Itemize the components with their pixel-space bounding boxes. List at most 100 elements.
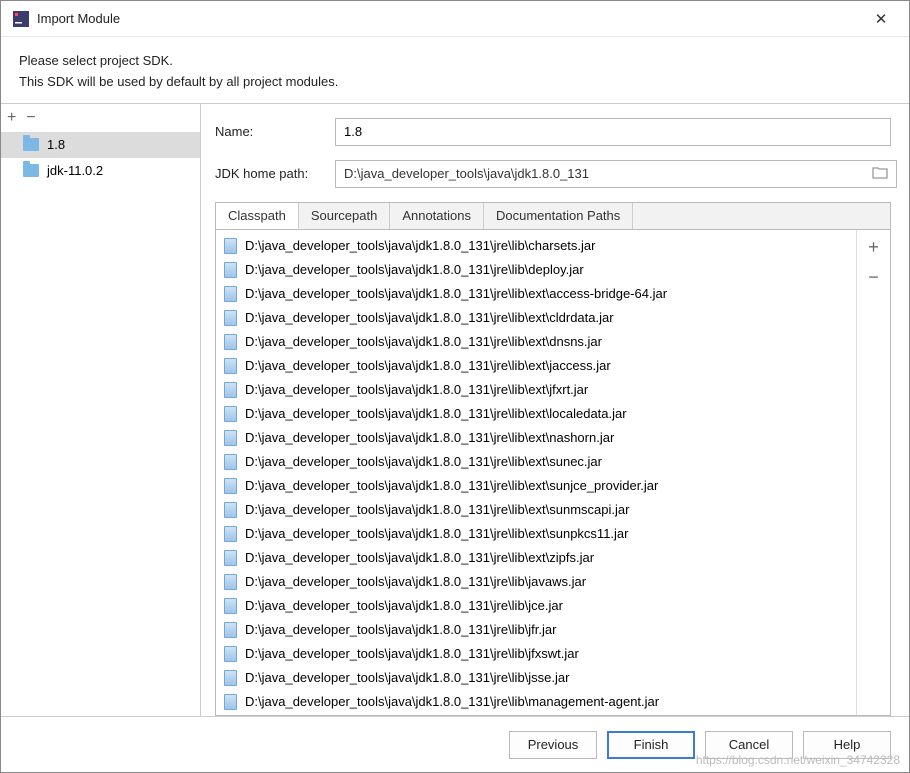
classpath-toolbar: + − (856, 230, 890, 715)
classpath-item[interactable]: D:\java_developer_tools\java\jdk1.8.0_13… (216, 426, 856, 450)
classpath-item[interactable]: D:\java_developer_tools\java\jdk1.8.0_13… (216, 594, 856, 618)
cancel-button[interactable]: Cancel (705, 731, 793, 759)
remove-sdk-button[interactable]: − (26, 110, 35, 126)
jar-icon (224, 574, 237, 590)
sdk-item-jdk-11-0-2[interactable]: jdk-11.0.2 (1, 158, 200, 184)
jar-icon (224, 430, 237, 446)
classpath-path: D:\java_developer_tools\java\jdk1.8.0_13… (245, 622, 556, 637)
classpath-item[interactable]: D:\java_developer_tools\java\jdk1.8.0_13… (216, 546, 856, 570)
classpath-path: D:\java_developer_tools\java\jdk1.8.0_13… (245, 430, 614, 445)
content: Name: JDK home path: D:\java_developer_t… (201, 104, 909, 716)
classpath-item[interactable]: D:\java_developer_tools\java\jdk1.8.0_13… (216, 378, 856, 402)
header-text: Please select project SDK. This SDK will… (1, 37, 909, 103)
home-path-field[interactable]: D:\java_developer_tools\java\jdk1.8.0_13… (335, 160, 897, 188)
classpath-item[interactable]: D:\java_developer_tools\java\jdk1.8.0_13… (216, 642, 856, 666)
close-button[interactable]: ✕ (861, 10, 901, 28)
tabs: ClasspathSourcepathAnnotationsDocumentat… (215, 202, 891, 229)
titlebar: Import Module ✕ (1, 1, 909, 37)
tab-documentation-paths[interactable]: Documentation Paths (484, 203, 633, 229)
classpath-item[interactable]: D:\java_developer_tools\java\jdk1.8.0_13… (216, 690, 856, 714)
jar-icon (224, 694, 237, 710)
tab-sourcepath[interactable]: Sourcepath (299, 203, 391, 229)
jar-icon (224, 310, 237, 326)
classpath-item[interactable]: D:\java_developer_tools\java\jdk1.8.0_13… (216, 474, 856, 498)
classpath-item[interactable]: D:\java_developer_tools\java\jdk1.8.0_13… (216, 402, 856, 426)
classpath-item[interactable]: D:\java_developer_tools\java\jdk1.8.0_13… (216, 306, 856, 330)
folder-icon (23, 138, 39, 151)
browse-home-icon[interactable] (869, 166, 891, 182)
jar-icon (224, 382, 237, 398)
jar-icon (224, 598, 237, 614)
jar-icon (224, 526, 237, 542)
previous-button[interactable]: Previous (509, 731, 597, 759)
sdk-item-label: 1.8 (47, 137, 65, 152)
classpath-path: D:\java_developer_tools\java\jdk1.8.0_13… (245, 454, 602, 469)
classpath-path: D:\java_developer_tools\java\jdk1.8.0_13… (245, 598, 563, 613)
sdk-sidebar: + − 1.8 jdk-11.0.2 (1, 104, 201, 716)
classpath-item[interactable]: D:\java_developer_tools\java\jdk1.8.0_13… (216, 714, 856, 715)
classpath-path: D:\java_developer_tools\java\jdk1.8.0_13… (245, 574, 586, 589)
classpath-item[interactable]: D:\java_developer_tools\java\jdk1.8.0_13… (216, 498, 856, 522)
jar-icon (224, 406, 237, 422)
main: + − 1.8 jdk-11.0.2 Name: JDK home path: D… (1, 103, 909, 716)
finish-button[interactable]: Finish (607, 731, 695, 759)
tab-annotations[interactable]: Annotations (390, 203, 484, 229)
classpath-item[interactable]: D:\java_developer_tools\java\jdk1.8.0_13… (216, 570, 856, 594)
window-title: Import Module (37, 11, 861, 26)
sdk-item-label: jdk-11.0.2 (47, 163, 103, 178)
jar-icon (224, 550, 237, 566)
sdk-list: 1.8 jdk-11.0.2 (1, 132, 200, 716)
name-row: Name: (215, 118, 891, 146)
header-line-1: Please select project SDK. (19, 51, 891, 72)
home-label: JDK home path: (215, 166, 335, 181)
classpath-path: D:\java_developer_tools\java\jdk1.8.0_13… (245, 526, 629, 541)
jar-icon (224, 646, 237, 662)
classpath-path: D:\java_developer_tools\java\jdk1.8.0_13… (245, 334, 602, 349)
jar-icon (224, 670, 237, 686)
footer: Previous Finish Cancel Help (1, 716, 909, 772)
classpath-path: D:\java_developer_tools\java\jdk1.8.0_13… (245, 286, 667, 301)
home-row: JDK home path: D:\java_developer_tools\j… (215, 160, 891, 188)
jar-icon (224, 454, 237, 470)
classpath-path: D:\java_developer_tools\java\jdk1.8.0_13… (245, 238, 595, 253)
classpath-path: D:\java_developer_tools\java\jdk1.8.0_13… (245, 550, 594, 565)
classpath-panel: D:\java_developer_tools\java\jdk1.8.0_13… (215, 229, 891, 716)
jar-icon (224, 478, 237, 494)
jar-icon (224, 262, 237, 278)
classpath-item[interactable]: D:\java_developer_tools\java\jdk1.8.0_13… (216, 666, 856, 690)
classpath-item[interactable]: D:\java_developer_tools\java\jdk1.8.0_13… (216, 522, 856, 546)
add-classpath-button[interactable]: + (868, 238, 879, 256)
home-path-value: D:\java_developer_tools\java\jdk1.8.0_13… (344, 166, 589, 181)
jar-icon (224, 622, 237, 638)
classpath-path: D:\java_developer_tools\java\jdk1.8.0_13… (245, 694, 659, 709)
add-sdk-button[interactable]: + (7, 110, 16, 126)
name-label: Name: (215, 124, 335, 139)
classpath-item[interactable]: D:\java_developer_tools\java\jdk1.8.0_13… (216, 354, 856, 378)
classpath-path: D:\java_developer_tools\java\jdk1.8.0_13… (245, 262, 584, 277)
classpath-item[interactable]: D:\java_developer_tools\java\jdk1.8.0_13… (216, 258, 856, 282)
jar-icon (224, 286, 237, 302)
classpath-path: D:\java_developer_tools\java\jdk1.8.0_13… (245, 670, 569, 685)
classpath-path: D:\java_developer_tools\java\jdk1.8.0_13… (245, 406, 627, 421)
sdk-item-1-8[interactable]: 1.8 (1, 132, 200, 158)
classpath-item[interactable]: D:\java_developer_tools\java\jdk1.8.0_13… (216, 330, 856, 354)
help-button[interactable]: Help (803, 731, 891, 759)
header-line-2: This SDK will be used by default by all … (19, 72, 891, 93)
classpath-path: D:\java_developer_tools\java\jdk1.8.0_13… (245, 478, 658, 493)
classpath-path: D:\java_developer_tools\java\jdk1.8.0_13… (245, 358, 611, 373)
folder-icon (23, 164, 39, 177)
app-icon (13, 11, 29, 27)
jar-icon (224, 502, 237, 518)
classpath-path: D:\java_developer_tools\java\jdk1.8.0_13… (245, 310, 614, 325)
jar-icon (224, 358, 237, 374)
classpath-item[interactable]: D:\java_developer_tools\java\jdk1.8.0_13… (216, 282, 856, 306)
classpath-item[interactable]: D:\java_developer_tools\java\jdk1.8.0_13… (216, 234, 856, 258)
jar-icon (224, 334, 237, 350)
classpath-path: D:\java_developer_tools\java\jdk1.8.0_13… (245, 382, 588, 397)
classpath-list[interactable]: D:\java_developer_tools\java\jdk1.8.0_13… (216, 230, 856, 715)
tab-classpath[interactable]: Classpath (216, 203, 299, 229)
classpath-item[interactable]: D:\java_developer_tools\java\jdk1.8.0_13… (216, 618, 856, 642)
remove-classpath-button[interactable]: − (868, 268, 879, 286)
name-input[interactable] (335, 118, 891, 146)
classpath-item[interactable]: D:\java_developer_tools\java\jdk1.8.0_13… (216, 450, 856, 474)
